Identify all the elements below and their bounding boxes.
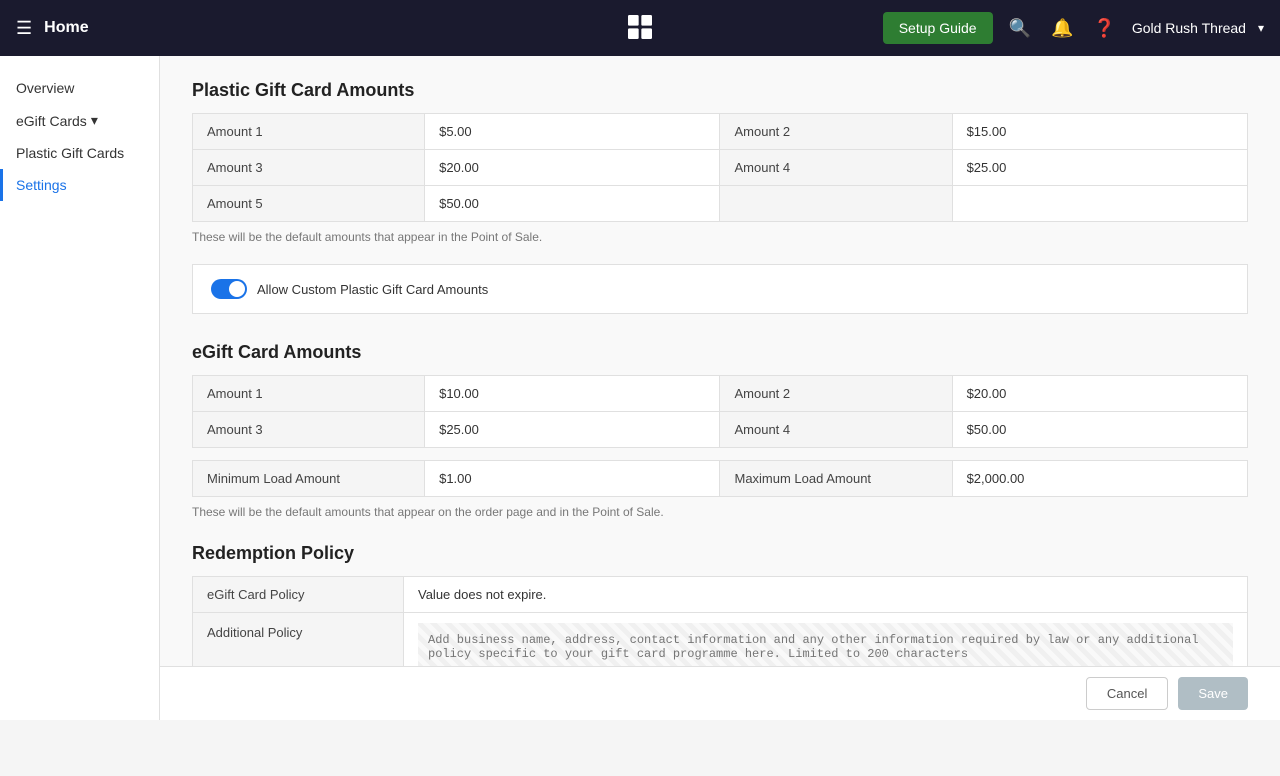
setup-guide-button[interactable]: Setup Guide [883, 12, 993, 44]
sidebar-item-settings[interactable]: Settings [0, 169, 159, 201]
egift-hint: These will be the default amounts that a… [192, 505, 1248, 519]
table-row: Amount 3 $25.00 Amount 4 $50.00 [193, 412, 1248, 448]
search-icon[interactable]: 🔍 [1005, 14, 1035, 43]
table-row: Amount 1 $10.00 Amount 2 $20.00 [193, 376, 1248, 412]
sidebar-item-overview[interactable]: Overview [0, 72, 159, 104]
plastic-amounts-table: Amount 1 $5.00 Amount 2 $15.00 Amount 3 … [192, 113, 1248, 222]
main-content: Plastic Gift Card Amounts Amount 1 $5.00… [160, 56, 1280, 720]
policy-row-egift: eGift Card Policy Value does not expire. [193, 577, 1248, 613]
plastic-gift-card-section: Plastic Gift Card Amounts Amount 1 $5.00… [192, 80, 1248, 314]
sidebar-label-plastic: Plastic Gift Cards [16, 145, 124, 161]
store-name[interactable]: Gold Rush Thread [1132, 20, 1246, 36]
egift-chevron-icon: ▾ [91, 112, 98, 129]
table-row: Amount 5 $50.00 [193, 186, 1248, 222]
amount2-value: $15.00 [952, 114, 1247, 150]
egift-policy-value: Value does not expire. [404, 577, 1248, 613]
min-load-label: Minimum Load Amount [193, 461, 425, 497]
load-amounts-table: Minimum Load Amount $1.00 Maximum Load A… [192, 460, 1248, 497]
sidebar-item-plastic-gift-cards[interactable]: Plastic Gift Cards [0, 137, 159, 169]
amount5-label: Amount 5 [193, 186, 425, 222]
table-row: Amount 3 $20.00 Amount 4 $25.00 [193, 150, 1248, 186]
amount3-value: $20.00 [425, 150, 720, 186]
sidebar-item-egift-cards[interactable]: eGift Cards ▾ [0, 104, 159, 137]
sidebar-label-egift-cards: eGift Cards [16, 113, 87, 129]
help-icon[interactable]: ❓ [1089, 14, 1119, 43]
egift-amount1-value: $10.00 [425, 376, 720, 412]
amount5-value: $50.00 [425, 186, 720, 222]
egift-amount1-label: Amount 1 [193, 376, 425, 412]
top-navigation: ☰ Home Setup Guide 🔍 🔔 ❓ Gold Rush Threa… [0, 0, 1280, 56]
egift-amounts-table: Amount 1 $10.00 Amount 2 $20.00 Amount 3… [192, 375, 1248, 448]
nav-right-section: Setup Guide 🔍 🔔 ❓ Gold Rush Thread ▾ [883, 12, 1264, 44]
amount6-value [952, 186, 1247, 222]
amount1-label: Amount 1 [193, 114, 425, 150]
amount1-value: $5.00 [425, 114, 720, 150]
amount4-label: Amount 4 [720, 150, 952, 186]
app-logo [624, 11, 656, 46]
notifications-icon[interactable]: 🔔 [1047, 14, 1077, 43]
egift-amount2-label: Amount 2 [720, 376, 952, 412]
egift-amount3-value: $25.00 [425, 412, 720, 448]
custom-amounts-toggle-section: Allow Custom Plastic Gift Card Amounts [192, 264, 1248, 314]
redemption-policy-title: Redemption Policy [192, 543, 1248, 564]
toggle-thumb [229, 281, 245, 297]
amount4-value: $25.00 [952, 150, 1247, 186]
sidebar: Overview eGift Cards ▾ Plastic Gift Card… [0, 56, 160, 720]
egift-card-section: eGift Card Amounts Amount 1 $10.00 Amoun… [192, 342, 1248, 519]
sidebar-label-overview: Overview [16, 80, 74, 96]
custom-amounts-toggle-label: Allow Custom Plastic Gift Card Amounts [257, 282, 488, 297]
egift-card-title: eGift Card Amounts [192, 342, 1248, 363]
egift-amount2-value: $20.00 [952, 376, 1247, 412]
save-button[interactable]: Save [1178, 677, 1248, 710]
cancel-button[interactable]: Cancel [1086, 677, 1168, 710]
table-row: Minimum Load Amount $1.00 Maximum Load A… [193, 461, 1248, 497]
custom-amounts-toggle[interactable] [211, 279, 247, 299]
egift-amount3-label: Amount 3 [193, 412, 425, 448]
store-chevron-icon: ▾ [1258, 21, 1264, 35]
max-load-value: $2,000.00 [952, 461, 1247, 497]
sidebar-label-settings: Settings [16, 177, 67, 193]
footer-bar: Cancel Save [160, 666, 1280, 720]
amount6-label [720, 186, 952, 222]
plastic-gift-card-title: Plastic Gift Card Amounts [192, 80, 1248, 101]
max-load-label: Maximum Load Amount [720, 461, 952, 497]
egift-amount4-value: $50.00 [952, 412, 1247, 448]
home-title[interactable]: Home [44, 19, 88, 37]
plastic-hint: These will be the default amounts that a… [192, 230, 1248, 244]
menu-icon[interactable]: ☰ [16, 18, 32, 39]
page-layout: Overview eGift Cards ▾ Plastic Gift Card… [0, 56, 1280, 720]
egift-amount4-label: Amount 4 [720, 412, 952, 448]
min-load-value: $1.00 [425, 461, 720, 497]
egift-policy-label: eGift Card Policy [193, 577, 404, 613]
amount3-label: Amount 3 [193, 150, 425, 186]
table-row: Amount 1 $5.00 Amount 2 $15.00 [193, 114, 1248, 150]
amount2-label: Amount 2 [720, 114, 952, 150]
